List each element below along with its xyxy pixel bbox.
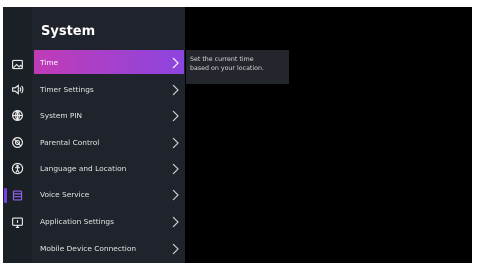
- menu-item-label: Timer Settings: [40, 84, 94, 94]
- chevron-right-icon: [171, 161, 181, 175]
- chevron-right-icon: [171, 187, 181, 201]
- menu-item-voice-service[interactable]: Voice Service: [34, 182, 184, 206]
- menu-item-label: Time: [40, 57, 59, 67]
- tv-screen: System Time Timer Settings System PIN Pa…: [3, 7, 472, 263]
- selected-category-indicator: [4, 188, 7, 203]
- general-icon[interactable]: [9, 134, 25, 150]
- chevron-right-icon: [171, 214, 181, 228]
- support-icon[interactable]: [9, 214, 25, 230]
- chevron-right-icon: [171, 82, 181, 96]
- picture-icon[interactable]: [9, 56, 25, 72]
- menu-item-label: System PIN: [40, 110, 83, 120]
- menu-item-label: Language and Location: [40, 163, 127, 173]
- menu-item-parental-control[interactable]: Parental Control: [34, 130, 184, 154]
- menu-item-label: Parental Control: [40, 137, 100, 147]
- tooltip-line: based on your location.: [190, 65, 265, 72]
- network-icon[interactable]: [9, 107, 25, 123]
- item-description-tooltip: Set the current time based on your locat…: [186, 50, 289, 84]
- menu-item-label: Mobile Device Connection: [40, 243, 137, 253]
- category-rail: [3, 7, 32, 263]
- menu-item-language-and-location[interactable]: Language and Location: [34, 156, 184, 180]
- menu-item-mobile-device-connection[interactable]: Mobile Device Connection: [34, 236, 184, 260]
- system-icon[interactable]: [9, 187, 25, 203]
- page-title: System: [41, 24, 96, 39]
- chevron-right-icon: [171, 241, 181, 255]
- menu-item-label: Voice Service: [40, 189, 90, 199]
- menu-item-timer-settings[interactable]: Timer Settings: [34, 77, 184, 101]
- chevron-right-icon: [171, 135, 181, 149]
- chevron-right-icon: [171, 108, 181, 122]
- sound-icon[interactable]: [9, 81, 25, 97]
- tooltip-line: Set the current time: [190, 56, 254, 63]
- chevron-right-icon: [171, 55, 181, 69]
- menu-item-application-settings[interactable]: Application Settings: [34, 209, 184, 233]
- menu-item-time[interactable]: Time: [34, 50, 184, 74]
- menu-item-system-pin[interactable]: System PIN: [34, 103, 184, 127]
- menu-item-label: Application Settings: [40, 216, 114, 226]
- accessibility-icon[interactable]: [9, 160, 25, 176]
